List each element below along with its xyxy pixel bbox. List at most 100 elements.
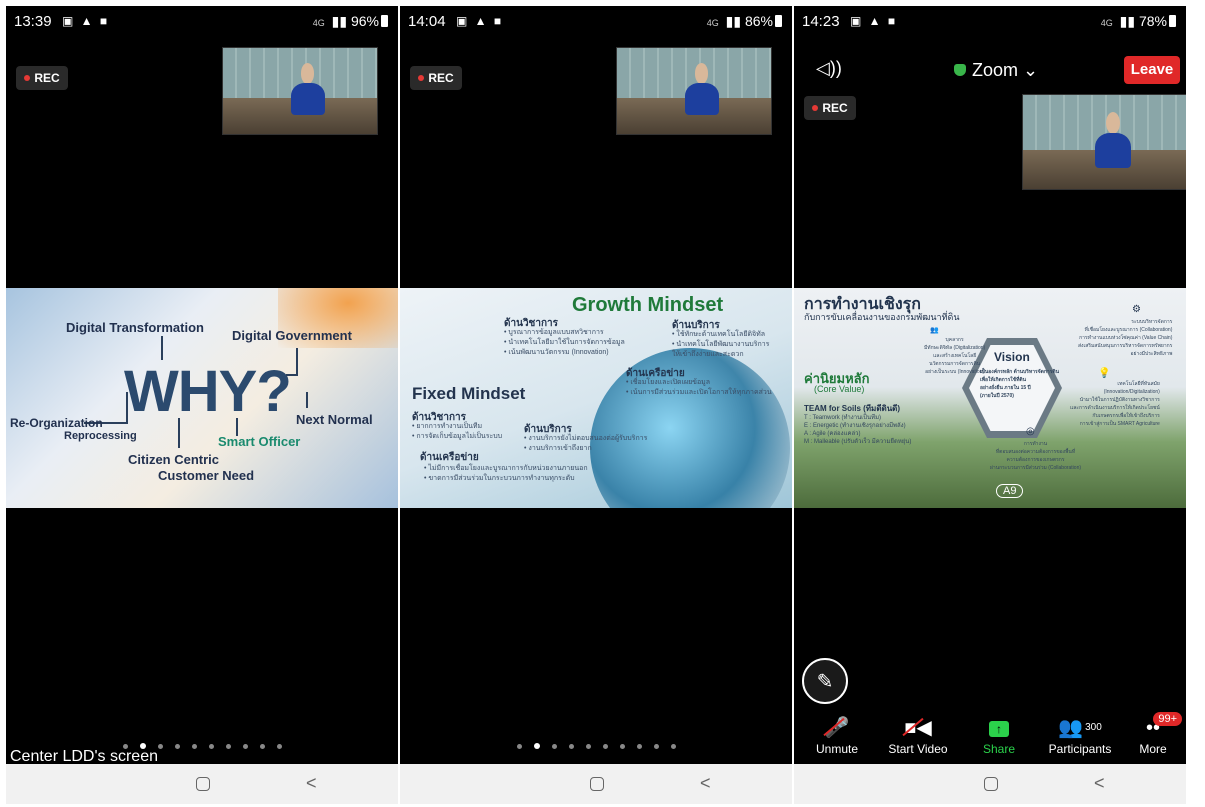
slide-label: Smart Officer <box>218 434 301 449</box>
people-icon: 👥 <box>930 327 939 334</box>
leave-button[interactable]: Leave <box>1124 56 1180 84</box>
more-button[interactable]: •• 99+ More <box>1122 712 1184 756</box>
start-video-button[interactable]: ■◀ Start Video <box>878 714 958 756</box>
slide-label: Citizen Centric <box>128 452 220 467</box>
slide-text: • เชื่อมโยงและเปิดเผยข้อมูล • เน้นการมีส่… <box>626 379 772 396</box>
presenter-avatar <box>290 63 325 116</box>
status-time: 14:23 <box>802 13 840 30</box>
vision-text: เป็นองค์กรหลัก ด้านบริหารจัดการดิน เพื่อใ… <box>980 369 1060 399</box>
meeting-toolbar: 🎤 Unmute ■◀ Start Video ↑ Share 👥 300 Par… <box>794 712 1186 766</box>
signal-icon: ▮▮ <box>331 13 348 29</box>
status-bar: 13:39 ▣ ▲ ■ 4G ▮▮ 96% <box>6 6 398 36</box>
android-nav-bar: < <box>400 764 792 804</box>
core-value-sub: (Core Value) <box>814 384 865 394</box>
back-button[interactable]: < <box>1094 773 1105 794</box>
slide-subtitle: กับการขับเคลื่อนงานของกรมพัฒนาที่ดิน <box>804 312 960 322</box>
back-button[interactable]: < <box>306 773 317 794</box>
video-off-icon: ■◀ <box>878 714 958 742</box>
speaker-icon[interactable]: ◁)) <box>816 58 842 79</box>
slide-label: Reprocessing <box>64 430 137 442</box>
system-text: ระบบบริหารจัดการ ที่เชื่อมโยงและบูรณาการ … <box>1078 319 1173 357</box>
battery-level: 86% <box>744 13 773 29</box>
home-button[interactable] <box>196 777 210 791</box>
share-button[interactable]: ↑ Share <box>959 714 1039 756</box>
share-icon: ↑ <box>959 714 1039 742</box>
battery-icon <box>1169 15 1176 27</box>
unmute-button[interactable]: 🎤 Unmute <box>797 714 877 756</box>
meeting-title[interactable]: Zoom ⌄ <box>954 60 1038 81</box>
presenter-avatar <box>1095 111 1132 169</box>
lightbulb-icon: 💡 <box>1098 368 1111 379</box>
notification-icons: ▣ ▲ ■ <box>456 14 504 28</box>
slide-label: Digital Transformation <box>66 320 204 335</box>
rec-indicator: REC <box>16 66 68 90</box>
video-thumbnail[interactable] <box>222 47 378 135</box>
notification-icons: ▣ ▲ ■ <box>62 14 110 28</box>
back-button[interactable]: < <box>700 773 711 794</box>
meeting-top-bar: ◁)) Zoom ⌄ Leave <box>794 54 1186 86</box>
encryption-shield-icon <box>954 64 966 76</box>
slide-label: Customer Need <box>158 468 255 483</box>
annotate-pencil-button[interactable]: ✎ <box>802 658 848 704</box>
network-type: 4G <box>312 18 325 28</box>
home-button[interactable] <box>984 777 998 791</box>
signal-icon: ▮▮ <box>725 13 742 29</box>
shared-slide: Growth Mindset ด้านวิชาการ • บูรณาการข้อ… <box>400 288 792 508</box>
target-icon: ◎ <box>1026 426 1035 437</box>
screenshot-collage: 13:39 ▣ ▲ ■ 4G ▮▮ 96% REC WHY? Digital T… <box>0 0 1205 807</box>
network-type: 4G <box>1100 18 1113 28</box>
status-bar: 14:23 ▣ ▲ ■ 4G ▮▮ 78% <box>794 6 1186 36</box>
status-right: 4G ▮▮ 78% <box>1101 13 1176 30</box>
page-indicator[interactable] <box>400 736 792 754</box>
rec-indicator: REC <box>410 66 462 90</box>
presenter-avatar <box>684 63 719 116</box>
shared-slide: การทำงานเชิงรุก กับการขับเคลื่อนงานของกร… <box>794 288 1186 508</box>
participants-button[interactable]: 👥 300 Participants <box>1040 714 1120 756</box>
participants-icon: 👥 300 <box>1058 717 1102 739</box>
slide-label: Digital Government <box>232 328 352 343</box>
android-nav-bar: < <box>794 764 1186 804</box>
slide-label: Re-Organization <box>10 416 103 430</box>
battery-icon <box>381 15 388 27</box>
video-thumbnail[interactable] <box>1022 94 1186 190</box>
chevron-down-icon: ⌄ <box>1023 60 1039 80</box>
a9-badge: A9 <box>996 484 1024 498</box>
slide-heading: ด้านเครือข่าย <box>420 452 479 463</box>
signal-icon: ▮▮ <box>1119 13 1136 29</box>
slide-label: Next Normal <box>296 412 373 427</box>
status-bar: 14:04 ▣ ▲ ■ 4G ▮▮ 86% <box>400 6 792 36</box>
vision-title: Vision <box>994 350 1030 364</box>
fixed-mindset-title: Fixed Mindset <box>412 384 526 403</box>
growth-mindset-title: Growth Mindset <box>572 294 724 316</box>
phone-screen-1: 13:39 ▣ ▲ ■ 4G ▮▮ 96% REC WHY? Digital T… <box>6 6 398 804</box>
slide-text: • ไม่มีการเชื่อมโยงและบูรณาการกับหน่วยงา… <box>424 465 588 482</box>
participant-count: 300 <box>1085 722 1102 733</box>
more-badge: 99+ <box>1153 712 1182 726</box>
home-button[interactable] <box>590 777 604 791</box>
slide-text: • บูรณาการข้อมูลแบบสหวิชาการ • นำเทคโนโลย… <box>504 329 625 356</box>
rec-indicator: REC <box>804 96 856 120</box>
status-time: 14:04 <box>408 13 446 30</box>
android-nav-bar: < <box>6 764 398 804</box>
battery-level: 78% <box>1138 13 1167 29</box>
work-text: การทำงาน ที่ตอบสนองต่อความต้องการของพื้นท… <box>990 441 1082 471</box>
slide-text: • ยากการทำงานเป็นทีม • การจัดเก็บข้อมูลไม… <box>412 423 503 440</box>
phone-screen-3: 14:23 ▣ ▲ ■ 4G ▮▮ 78% ◁)) Zoom ⌄ Leave R… <box>794 6 1186 804</box>
status-right: 4G ▮▮ 86% <box>707 13 782 30</box>
status-right: 4G ▮▮ 96% <box>313 13 388 30</box>
phone-screen-2: 14:04 ▣ ▲ ■ 4G ▮▮ 86% REC Growth Mindset… <box>400 6 792 804</box>
battery-level: 96% <box>350 13 379 29</box>
shared-slide: WHY? Digital Transformation Digital Gove… <box>6 288 398 508</box>
slide-text: • งานบริการยังไม่ตอบสนองต่อผู้รับบริการ •… <box>524 435 648 452</box>
battery-icon <box>775 15 782 27</box>
team-list: T : Teamwork (ทำงานเป็นทีม) E : Energetic… <box>804 415 912 445</box>
microphone-muted-icon: 🎤 <box>797 714 877 742</box>
tech-text: เทคโนโลยีที่ทันสมัย (Innovation/Digitaliz… <box>1070 381 1160 427</box>
gear-icon: ⚙ <box>1132 304 1141 315</box>
people-text: บุคลากร มีทักษะดิจิทัล (Digitalization) แล… <box>924 337 986 375</box>
video-thumbnail[interactable] <box>616 47 772 135</box>
slide-text: • ใช้ทักษะด้านเทคโนโลยีดิจิทัล • นำเทคโนโ… <box>672 331 770 358</box>
network-type: 4G <box>706 18 719 28</box>
slide-headline: WHY? <box>124 359 292 424</box>
notification-icons: ▣ ▲ ■ <box>850 14 898 28</box>
